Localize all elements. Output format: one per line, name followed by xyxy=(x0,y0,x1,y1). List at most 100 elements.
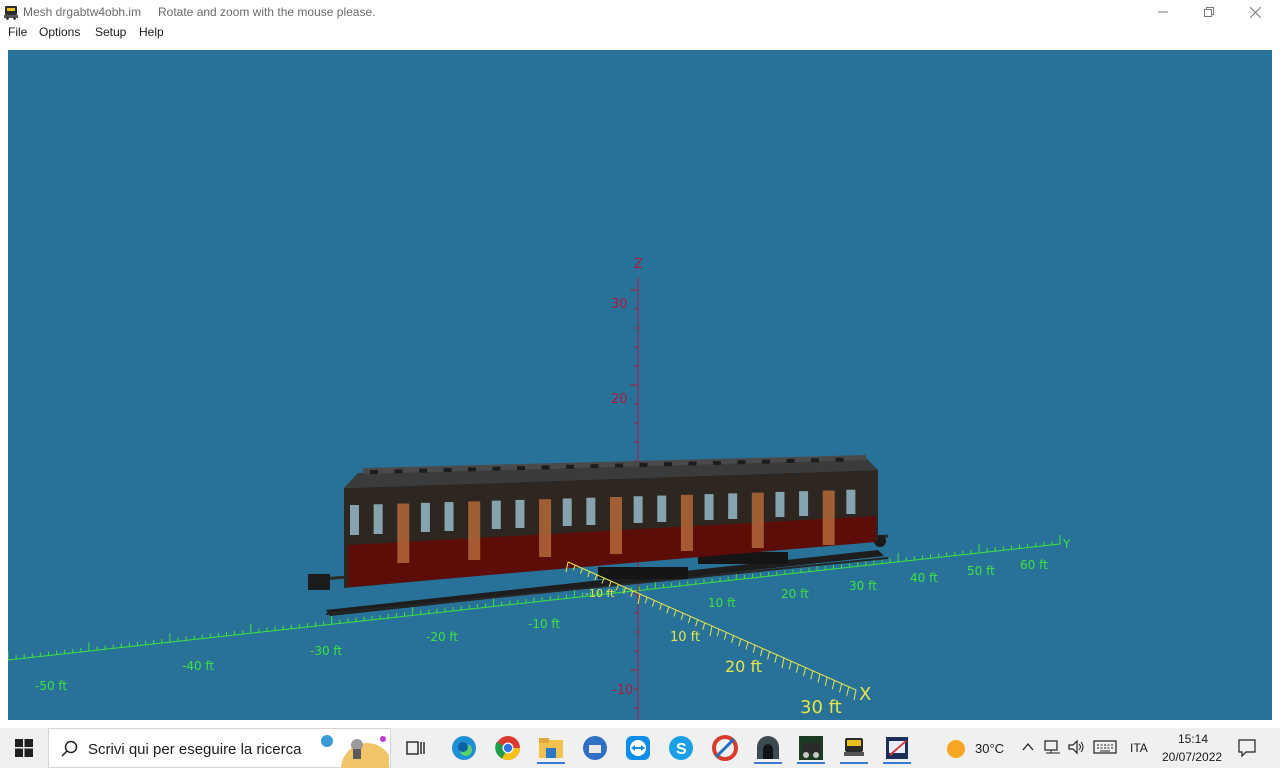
z-tick-label: 20 xyxy=(611,392,628,407)
menu-help[interactable]: Help xyxy=(137,25,166,39)
trainz-app-taskbar-button[interactable] xyxy=(750,732,786,764)
coach-window xyxy=(846,489,856,514)
x-axis-tick xyxy=(695,619,699,627)
editor-taskbar-button[interactable] xyxy=(879,732,915,764)
roof-vent xyxy=(713,460,721,465)
menu-options[interactable]: Options xyxy=(37,25,82,39)
y-tick-label: -20 ft xyxy=(426,630,458,644)
coach-window xyxy=(799,491,809,516)
roof-vent xyxy=(615,463,623,468)
skype-taskbar-button[interactable]: S xyxy=(663,732,699,764)
x-axis-tick xyxy=(579,568,583,574)
chrome-browser-icon xyxy=(495,736,520,761)
task-view-icon xyxy=(406,741,425,755)
loco-app-taskbar-button[interactable] xyxy=(793,732,829,764)
search-box[interactable]: Scrivi qui per eseguire la ricerca xyxy=(48,728,391,768)
start-button[interactable] xyxy=(0,728,48,768)
search-highlight-illustration-icon xyxy=(321,735,389,768)
z-tick-label: 30 xyxy=(611,297,628,312)
search-placeholder: Scrivi qui per eseguire la ricerca xyxy=(88,741,302,758)
roof-vent xyxy=(566,464,574,469)
edge-taskbar-button[interactable] xyxy=(446,732,482,764)
y-tick-label: 40 ft xyxy=(910,571,938,585)
coach-window xyxy=(633,496,643,523)
locomotive-app-icon xyxy=(799,736,823,760)
edge-browser-icon xyxy=(452,736,476,760)
x-axis-tick xyxy=(673,609,677,617)
coach-window xyxy=(350,505,359,535)
windows-logo-icon xyxy=(15,739,33,757)
chevron-up-icon[interactable] xyxy=(1022,742,1034,752)
3d-viewport[interactable]: Y -50 ft -40 ft -30 ft -20 ft -10 ft 10 … xyxy=(8,50,1272,720)
menu-bar: File Options Setup Help xyxy=(0,24,1280,43)
coach-door xyxy=(680,494,693,551)
coach-door xyxy=(822,490,835,545)
chrome-taskbar-button[interactable] xyxy=(490,732,526,764)
roof-vent xyxy=(443,468,452,473)
weather-sun-icon xyxy=(947,740,965,758)
thunderbird-taskbar-button[interactable] xyxy=(577,732,613,764)
coach-window xyxy=(515,499,525,528)
ccleaner-taskbar-button[interactable] xyxy=(707,732,743,764)
window-title: Mesh drgabtw4obh.im xyxy=(23,5,142,19)
x-axis-tick xyxy=(824,677,828,686)
x-axis-tick xyxy=(716,629,720,637)
task-view-button[interactable] xyxy=(398,732,434,764)
x-axis-tick xyxy=(745,641,749,650)
roof-vent xyxy=(541,465,550,470)
weather-temperature[interactable]: 30°C xyxy=(975,741,1004,756)
network-icon[interactable] xyxy=(1044,739,1062,755)
y-tick-label: 60 ft xyxy=(1020,558,1048,572)
x-tick-label: -10 ft xyxy=(585,587,615,600)
clock-date[interactable]: 20/07/2022 xyxy=(1162,750,1222,764)
roof-vent xyxy=(639,462,648,467)
file-explorer-taskbar-button[interactable] xyxy=(533,732,569,764)
roof-vent xyxy=(835,457,844,462)
roof-vent xyxy=(664,462,672,467)
roof-vent xyxy=(786,458,795,463)
coach-window xyxy=(586,497,596,525)
menu-setup[interactable]: Setup xyxy=(93,25,128,39)
x-axis-tick xyxy=(651,600,655,607)
coach-window xyxy=(444,502,454,531)
x-axis-tick xyxy=(817,673,821,683)
y-tick-label: -50 ft xyxy=(35,679,67,693)
x-axis-tick xyxy=(774,654,778,663)
roof-vent xyxy=(762,459,770,464)
clock-time[interactable]: 15:14 xyxy=(1178,732,1208,746)
x-axis-tick xyxy=(731,635,735,644)
keyboard-icon[interactable] xyxy=(1093,740,1117,754)
search-icon xyxy=(61,740,78,757)
y-axis-label: Y xyxy=(1062,537,1071,551)
coach-door xyxy=(539,499,552,557)
coach-window xyxy=(775,491,785,517)
x-axis-tick xyxy=(594,574,598,581)
minimize-button[interactable] xyxy=(1140,0,1186,24)
coach-door xyxy=(468,501,481,560)
x-axis-tick xyxy=(687,616,691,624)
teamviewer-icon xyxy=(626,736,650,760)
mesh-viewer-taskbar-button[interactable] xyxy=(836,732,872,764)
y-tick-label: -40 ft xyxy=(182,659,214,673)
volume-icon[interactable] xyxy=(1068,739,1086,755)
roof-vent xyxy=(419,468,427,473)
roof-vent xyxy=(737,460,746,465)
y-tick-label: 50 ft xyxy=(967,564,995,578)
coach-window xyxy=(728,493,738,519)
roof-vent xyxy=(517,466,525,471)
restore-icon xyxy=(1204,7,1214,17)
y-tick-label: -30 ft xyxy=(310,644,342,658)
teamviewer-taskbar-button[interactable] xyxy=(620,732,656,764)
x-axis-tick xyxy=(709,625,713,637)
notifications-icon[interactable] xyxy=(1238,739,1256,757)
active-indicator xyxy=(797,762,825,764)
menu-file[interactable]: File xyxy=(6,25,29,39)
x-axis-tick xyxy=(803,667,807,677)
x-axis-tick xyxy=(752,645,756,653)
input-language[interactable]: ITA xyxy=(1130,741,1148,755)
scene-canvas[interactable]: Y -50 ft -40 ft -30 ft -20 ft -10 ft 10 … xyxy=(8,50,1272,720)
restore-button[interactable] xyxy=(1186,0,1232,24)
close-button[interactable] xyxy=(1232,0,1278,24)
x-axis-tick xyxy=(831,680,835,690)
x-axis-tick xyxy=(587,571,591,578)
